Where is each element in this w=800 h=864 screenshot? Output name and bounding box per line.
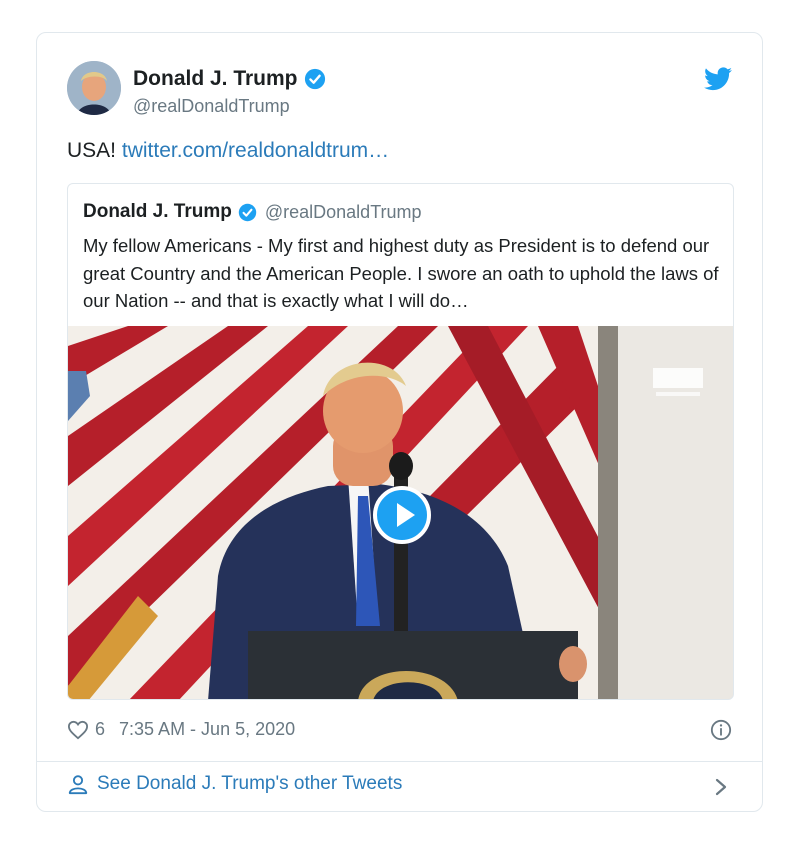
- author-name[interactable]: Donald J. Trump: [133, 67, 298, 91]
- twitter-bird-icon[interactable]: [704, 67, 732, 91]
- quoted-tweet-header: Donald J. Trump @realDonaldTrump: [83, 201, 422, 223]
- video-thumbnail[interactable]: [68, 326, 733, 699]
- tweet-footer: 6 7:35 AM - Jun 5, 2020: [67, 719, 295, 740]
- tweet-link[interactable]: twitter.com/realdonaldtrum…: [122, 139, 389, 162]
- see-more-label[interactable]: See Donald J. Trump's other Tweets: [97, 773, 402, 795]
- quoted-tweet[interactable]: Donald J. Trump @realDonaldTrump My fell…: [67, 183, 734, 700]
- heart-icon[interactable]: [67, 720, 89, 740]
- author-avatar[interactable]: [67, 61, 121, 115]
- like-count[interactable]: 6: [95, 719, 105, 740]
- author-name-row[interactable]: Donald J. Trump: [133, 67, 326, 91]
- embedded-tweet-card: Donald J. Trump @realDonaldTrump USA! tw…: [36, 32, 763, 812]
- person-icon: [68, 775, 88, 795]
- chevron-right-icon[interactable]: [714, 777, 728, 797]
- tweet-text-body: USA!: [67, 139, 117, 162]
- tweet-text: USA! twitter.com/realdonaldtrum…: [67, 139, 389, 163]
- verified-badge-icon: [238, 203, 257, 221]
- card-divider: [37, 761, 762, 762]
- quoted-tweet-body: My fellow Americans - My first and highe…: [83, 235, 719, 311]
- tweet-timestamp[interactable]: 7:35 AM - Jun 5, 2020: [119, 719, 295, 740]
- play-icon[interactable]: [373, 486, 431, 544]
- info-icon[interactable]: [710, 719, 732, 741]
- verified-badge-icon: [304, 68, 325, 90]
- quoted-author-handle: @realDonaldTrump: [264, 201, 422, 222]
- see-more-tweets-link[interactable]: See Donald J. Trump's other Tweets: [67, 773, 402, 795]
- quoted-author-name: Donald J. Trump: [83, 201, 232, 222]
- author-handle[interactable]: @realDonaldTrump: [133, 96, 290, 117]
